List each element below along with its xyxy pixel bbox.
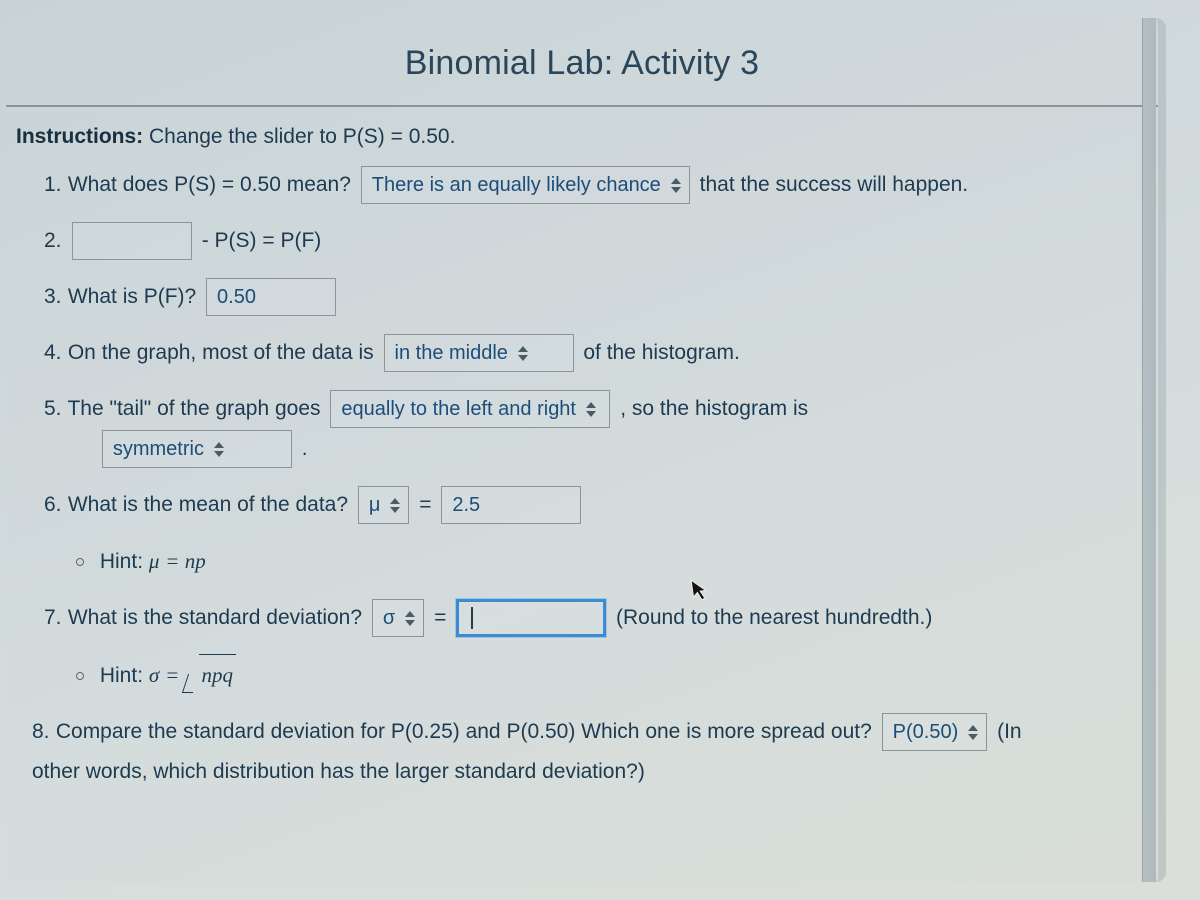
q6-eq: = [419, 493, 431, 516]
q7-eq: = [434, 606, 446, 629]
q-number: 3. [44, 277, 62, 317]
worksheet-panel: Binomial Lab: Activity 3 Instructions: C… [6, 18, 1166, 882]
q7-symbol-select[interactable]: σ [372, 599, 424, 637]
q8-after-a: (In [997, 720, 1022, 743]
q5-end: . [302, 437, 308, 460]
question-8: 8. Compare the standard deviation for P(… [32, 712, 1144, 792]
question-4: 4. On the graph, most of the data is in … [44, 333, 1144, 373]
q8-text-b: other words, which distribution has the … [32, 760, 645, 783]
eq-sign: = [165, 663, 184, 687]
q6-symbol-select[interactable]: μ [358, 486, 410, 524]
worksheet-body: Instructions: Change the slider to P(S) … [6, 107, 1158, 818]
q6-hint-rhs: np [185, 549, 206, 573]
q5-select-b-value: symmetric [113, 429, 204, 469]
q3-input[interactable]: 0.50 [206, 278, 336, 316]
q-number: 8. [32, 712, 50, 752]
q-number: 4. [44, 333, 62, 373]
stepper-icon [214, 442, 224, 457]
q5-text-a: The "tail" of the graph goes [67, 397, 320, 420]
q1-text: What does P(S) = 0.50 mean? [68, 173, 351, 196]
q8-select-value: P(0.50) [893, 712, 959, 752]
question-5: 5. The "tail" of the graph goes equally … [44, 389, 1144, 469]
q4-select-value: in the middle [395, 333, 508, 373]
q7-text: What is the standard deviation? [68, 606, 362, 629]
q7-after: (Round to the nearest hundredth.) [616, 606, 932, 629]
question-6: 6. What is the mean of the data? μ = 2.5 [44, 485, 1144, 525]
page-title: Binomial Lab: Activity 3 [6, 18, 1158, 105]
q2-input[interactable] [72, 222, 192, 260]
stepper-icon [390, 498, 400, 513]
q8-select[interactable]: P(0.50) [882, 713, 988, 751]
q5-select-a-value: equally to the left and right [341, 389, 576, 429]
q5-select-b[interactable]: symmetric [102, 430, 292, 468]
q4-select[interactable]: in the middle [384, 334, 574, 372]
q3-text: What is P(F)? [68, 285, 196, 308]
bullet-icon [76, 558, 84, 566]
stepper-icon [671, 178, 681, 193]
q-number: 5. [44, 389, 62, 429]
q1-select[interactable]: There is an equally likely chance [361, 166, 690, 204]
question-1: 1. What does P(S) = 0.50 mean? There is … [44, 165, 1144, 205]
scrollbar-rail[interactable] [1142, 18, 1156, 882]
instructions-label: Instructions: [16, 125, 143, 148]
q5-select-a[interactable]: equally to the left and right [330, 390, 610, 428]
bullet-icon [76, 672, 84, 680]
q5-mid: , so the histogram is [620, 397, 808, 420]
q1-select-value: There is an equally likely chance [372, 165, 661, 205]
q3-input-value: 0.50 [217, 277, 256, 317]
q-number: 7. [44, 598, 62, 638]
q1-after: that the success will happen. [700, 173, 969, 196]
question-2: 2. - P(S) = P(F) [44, 221, 1144, 261]
q6-symbol-value: μ [369, 485, 381, 525]
q8-text-a: Compare the standard deviation for P(0.2… [56, 720, 872, 743]
text-caret [471, 607, 473, 629]
q6-hint-lhs: μ [149, 549, 160, 573]
q7-hint-lhs: σ [149, 663, 159, 687]
stepper-icon [586, 402, 596, 417]
question-7: 7. What is the standard deviation? σ = (… [44, 598, 1144, 638]
q7-symbol-value: σ [383, 598, 395, 638]
stepper-icon [518, 346, 528, 361]
q7-value-input[interactable] [456, 599, 606, 637]
instructions-text: Change the slider to P(S) = 0.50. [149, 125, 455, 148]
q4-text: On the graph, most of the data is [68, 341, 374, 364]
q-number: 6. [44, 485, 62, 525]
q6-value-input[interactable]: 2.5 [441, 486, 581, 524]
eq-sign: = [165, 549, 184, 573]
q-number: 2. [44, 221, 62, 261]
q6-value: 2.5 [452, 485, 480, 525]
q7-hint-rhs: npq [199, 654, 237, 695]
question-3: 3. What is P(F)? 0.50 [44, 277, 1144, 317]
q-number: 1. [44, 165, 62, 205]
q7-hint-label: Hint: [100, 664, 143, 687]
sqrt-icon: npq [185, 654, 237, 695]
q6-hint: Hint: μ = np [76, 541, 1144, 582]
q6-text: What is the mean of the data? [68, 493, 348, 516]
stepper-icon [405, 611, 415, 626]
q6-hint-label: Hint: [100, 550, 143, 573]
instructions-line: Instructions: Change the slider to P(S) … [16, 125, 1144, 149]
q7-hint: Hint: σ = npq [76, 654, 1144, 696]
stepper-icon [968, 725, 978, 740]
q2-after: - P(S) = P(F) [202, 229, 322, 252]
q4-after: of the histogram. [583, 341, 739, 364]
